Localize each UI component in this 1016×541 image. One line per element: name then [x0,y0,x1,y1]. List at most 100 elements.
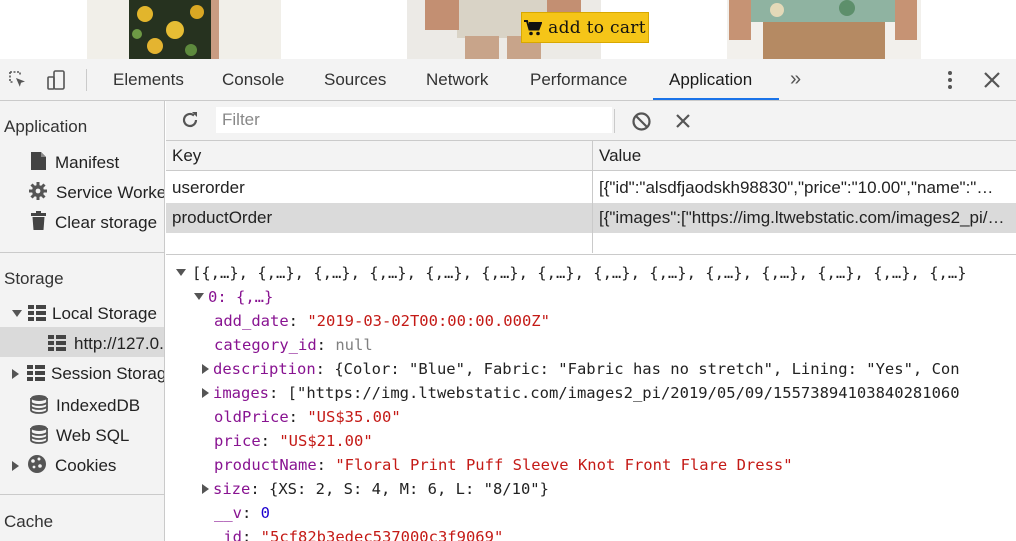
sidebar-item-label: Web SQL [56,426,130,445]
row-key-userorder[interactable]: userorder [166,173,592,203]
storage-filter-bar [166,101,1016,141]
inspect-element-icon[interactable] [7,69,29,96]
field-key: price [214,432,261,450]
collapse-icon[interactable] [194,293,204,300]
gear-icon [29,182,47,200]
cart-icon [524,19,543,35]
column-header-key[interactable]: Key [166,141,592,171]
tree-field-row[interactable]: images: ["https://img.ltwebstatic.com/im… [202,381,960,405]
field-colon: : [269,384,288,402]
filter-separator [614,109,615,133]
active-tab-indicator [653,98,779,100]
sidebar-item-label: Local Storage [52,304,157,323]
add-to-cart-button[interactable]: add to cart [521,12,649,43]
tree-field-row: price: "US$21.00" [214,429,373,453]
field-colon: : [260,432,280,450]
database-icon [30,425,48,444]
tab-sources[interactable]: Sources [324,59,386,100]
field-value: {Color: "Blue", Fabric: "Fabric has no s… [334,360,960,378]
sidebar-item-cookies[interactable]: Cookies [12,454,116,476]
field-value: null [335,336,373,354]
tropical-shirt-illustration [729,0,917,59]
value-preview-tree: [{,…}, {,…}, {,…}, {,…}, {,…}, {,…}, {,…… [166,254,1016,541]
field-colon: : [250,480,269,498]
row-value-productorder[interactable]: [{"images":["https://img.ltwebstatic.com… [593,203,1016,233]
add-to-cart-label: add to cart [548,17,646,38]
column-separator [592,141,593,253]
tab-elements[interactable]: Elements [113,59,184,100]
sidebar-item-label: http://127.0.0.1 [74,334,164,353]
devtools-toolbar: Elements Console Sources Network Perform… [0,59,1016,101]
sidebar-divider [0,252,164,253]
tree-field-row: oldPrice: "US$35.00" [214,405,401,429]
expand-right-icon[interactable] [12,369,19,379]
tab-application[interactable]: Application [669,59,752,100]
expand-icon[interactable] [202,364,209,374]
product-image-tropical-shirt[interactable] [727,0,921,59]
tree-field-row: productName: "Floral Print Puff Sleeve K… [214,453,793,477]
storage-grid-icon [27,365,45,381]
tree-root[interactable]: [{,…}, {,…}, {,…}, {,…}, {,…}, {,…}, {,…… [176,261,967,285]
field-key: description [213,360,316,378]
tree-field-row[interactable]: size: {XS: 2, S: 4, M: 6, L: "8/10"} [202,477,549,501]
expand-right-icon[interactable] [12,461,19,471]
kebab-menu-icon[interactable] [940,69,960,96]
toolbar-separator [86,69,87,91]
column-header-value[interactable]: Value [593,141,1016,171]
expand-icon[interactable] [202,388,209,398]
expand-icon[interactable] [202,484,209,494]
clear-all-icon[interactable] [631,111,652,137]
document-icon [31,152,46,170]
field-key: size [213,480,251,498]
sidebar-item-service-workers[interactable]: Service Workers [28,181,165,203]
field-value: {XS: 2, S: 4, M: 6, L: "8/10"} [269,480,549,498]
sidebar-item-label: Cookies [55,456,117,475]
field-value: "US$35.00" [307,408,401,426]
sidebar-item-websql[interactable]: Web SQL [30,424,129,446]
field-value: "5cf82b3edec537000c3f9069" [260,528,504,541]
row-key-productorder[interactable]: productOrder [166,203,592,233]
tab-console[interactable]: Console [222,59,284,100]
field-colon: : [242,504,261,522]
refresh-icon[interactable] [180,110,200,135]
expand-down-icon[interactable] [12,310,22,317]
sidebar-item-indexeddb[interactable]: IndexedDB [30,394,140,416]
sidebar-item-session-storage[interactable]: Session Storage [12,364,165,384]
sidebar-item-manifest[interactable]: Manifest [30,151,119,173]
floral-dress-illustration [129,0,219,59]
field-key: productName [214,456,317,474]
sidebar-item-label: Service Workers [56,183,165,202]
sidebar-header-application: Application [4,117,88,136]
field-key: add_date [214,312,289,330]
filter-input[interactable] [216,107,612,133]
more-tabs-button[interactable]: » [790,59,801,100]
field-colon: : [316,336,336,354]
delete-selected-icon[interactable] [674,111,692,136]
tree-field-row: category_id: null [214,333,373,357]
field-key: __v [214,504,242,522]
sidebar-header-storage: Storage [4,269,64,288]
row-value-userorder[interactable]: [{"id":"alsdfjaodskh98830","price":"10.0… [593,173,1016,203]
sidebar-item-clear-storage[interactable]: Clear storage [30,211,157,233]
field-colon: : [315,360,335,378]
tree-field-row[interactable]: description: {Color: "Blue", Fabric: "Fa… [202,357,960,381]
product-image-strip: add to cart [0,0,1016,59]
tree-item-0[interactable]: 0: {,…} [194,285,273,309]
tab-performance[interactable]: Performance [530,59,627,100]
sidebar-item-label: Manifest [55,153,120,172]
sidebar-item-local-storage-origin[interactable]: http://127.0.0.1 [48,334,164,354]
tab-network[interactable]: Network [426,59,488,100]
product-image-floral-dress[interactable] [87,0,281,59]
sidebar-item-label: Session Storage [51,364,165,383]
field-value: "2019-03-02T00:00:00.000Z" [307,312,550,330]
device-toolbar-icon[interactable] [45,69,67,96]
field-value: "Floral Print Puff Sleeve Knot Front Fla… [335,456,793,474]
sidebar-item-local-storage[interactable]: Local Storage [12,304,157,324]
field-key: oldPrice [214,408,289,426]
application-sidebar: Application Manifest Service Workers Cle… [0,101,165,541]
collapse-icon[interactable] [176,269,186,276]
close-devtools-icon[interactable] [982,69,1002,96]
tree-field-row: __v: 0 [214,501,270,525]
field-colon: : [316,456,336,474]
field-value: 0 [260,504,271,522]
